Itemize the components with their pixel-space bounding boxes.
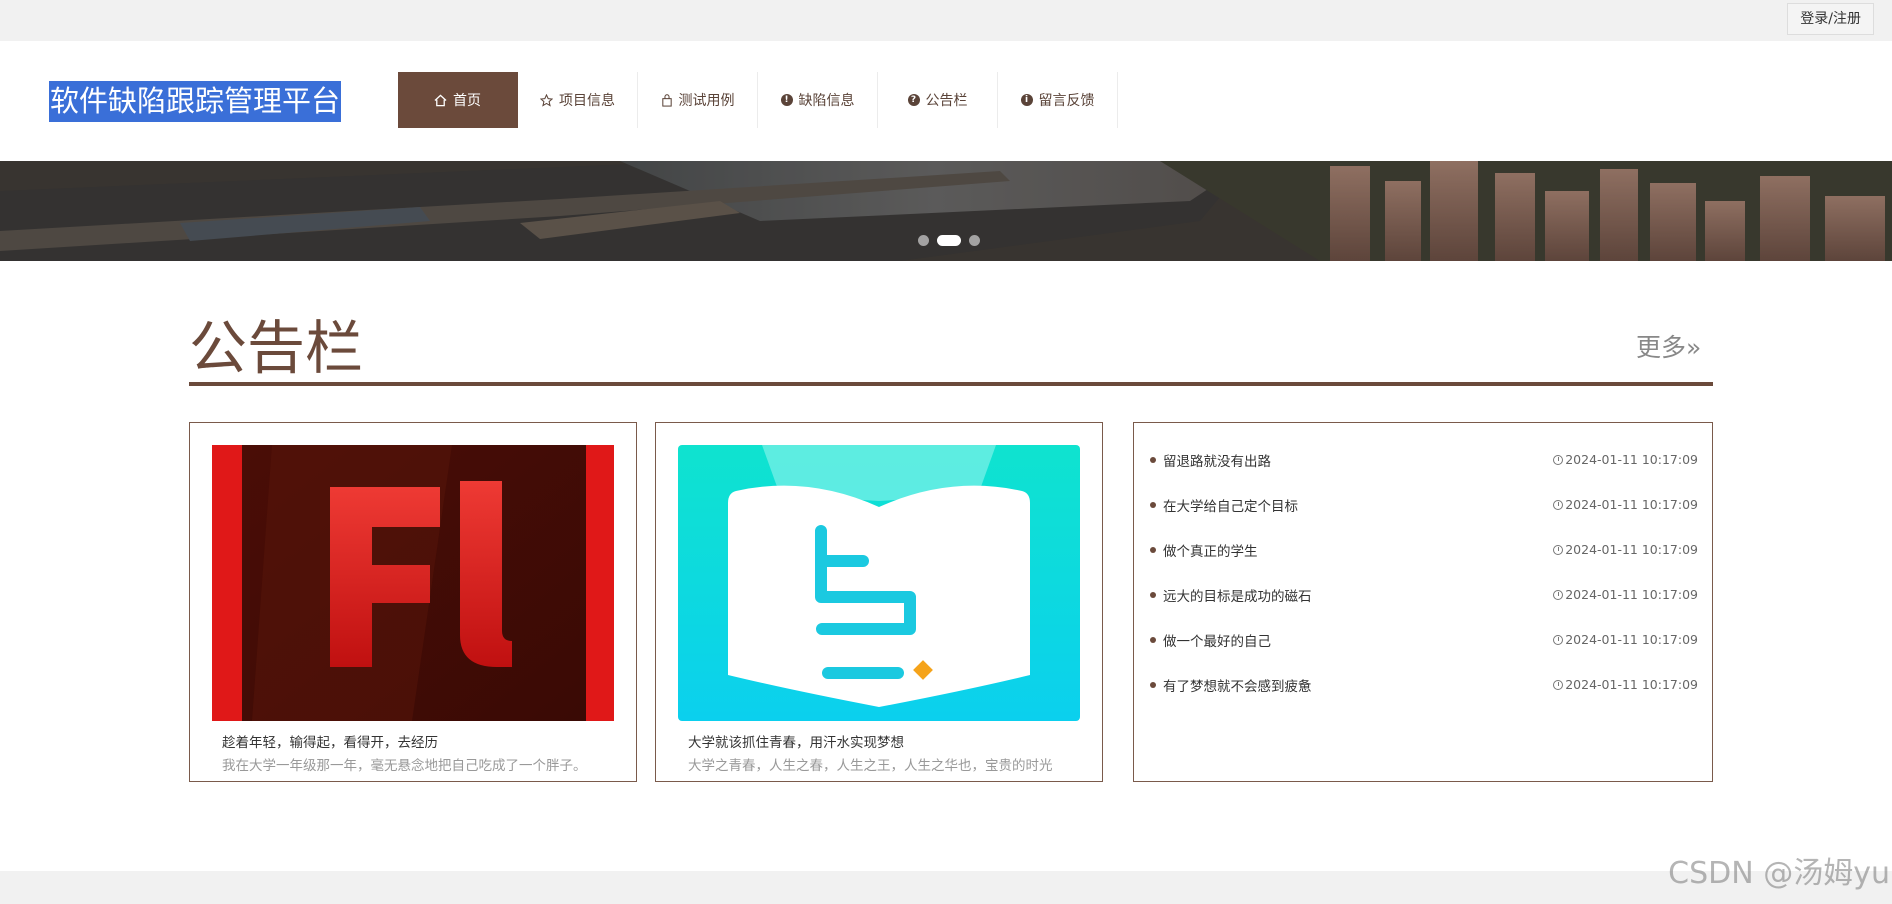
list-item[interactable]: 做个真正的学生 2024-01-11 10:17:09 [1150, 527, 1698, 572]
site-logo[interactable]: 软件缺陷跟踪管理平台 [49, 81, 342, 122]
info-icon: i [1020, 94, 1033, 106]
list-item-time: 2024-01-11 10:17:09 [1565, 677, 1698, 692]
csdn-watermark: CSDN @汤姆yu [1668, 856, 1890, 891]
clock-icon [1553, 679, 1564, 690]
nav-label: 首页 [453, 93, 481, 109]
section-divider [189, 382, 1713, 386]
list-item-title: 留退路就没有出路 [1163, 453, 1271, 470]
nav-label: 项目信息 [559, 93, 615, 109]
book-app-image [678, 445, 1080, 721]
nav-item-home[interactable]: 首页 [398, 72, 518, 128]
bullet-icon [1150, 591, 1156, 598]
bullet-icon [1150, 501, 1156, 508]
bullet-icon [1150, 456, 1156, 463]
bullet-icon [1150, 681, 1156, 688]
exclamation-icon: ! [780, 94, 793, 106]
card-description: 我在大学一年级那一年，毫无悬念地把自己吃成了一个胖子。 [222, 758, 587, 774]
section-title: 公告栏 [189, 314, 364, 382]
list-item-title: 有了梦想就不会感到疲惫 [1163, 678, 1312, 695]
nav-item-notices[interactable]: ? 公告栏 [878, 72, 998, 128]
site-header: 软件缺陷跟踪管理平台 首页 项目信息 测试用例 ! 缺陷信息 ? 公告栏 i 留… [0, 41, 1892, 161]
list-item-title: 远大的目标是成功的磁石 [1163, 588, 1312, 605]
carousel-dot-1[interactable] [918, 235, 929, 246]
list-item-time: 2024-01-11 10:17:09 [1565, 632, 1698, 647]
main-nav: 首页 项目信息 测试用例 ! 缺陷信息 ? 公告栏 i 留言反馈 [398, 72, 1118, 128]
nav-label: 公告栏 [925, 93, 968, 109]
card-title: 大学就该抓住青春，用汗水实现梦想 [688, 735, 904, 751]
notice-card[interactable]: 大学就该抓住青春，用汗水实现梦想 大学之青春，人生之春，人生之王，人生之华也，宝… [655, 422, 1103, 782]
nav-item-feedback[interactable]: i 留言反馈 [998, 72, 1118, 128]
card-title: 趁着年轻，输得起，看得开，去经历 [222, 735, 438, 751]
more-link[interactable]: 更多» [1636, 328, 1701, 364]
banner-carousel[interactable] [0, 161, 1892, 261]
clock-icon [1553, 544, 1564, 555]
bullet-icon [1150, 546, 1156, 553]
list-item[interactable]: 有了梦想就不会感到疲惫 2024-01-11 10:17:09 [1150, 662, 1698, 707]
card-description: 大学之青春，人生之春，人生之王，人生之华也，宝贵的时光 [688, 758, 1053, 774]
nav-label: 缺陷信息 [798, 93, 855, 109]
home-icon [434, 94, 447, 107]
carousel-dot-3[interactable] [969, 235, 980, 246]
login-register-button[interactable]: 登录/注册 [1787, 3, 1874, 35]
carousel-dot-2[interactable] [937, 235, 961, 246]
clock-icon [1553, 454, 1564, 465]
nav-label: 测试用例 [678, 93, 735, 109]
flash-logo-image [212, 445, 614, 721]
nav-item-defects[interactable]: ! 缺陷信息 [758, 72, 878, 128]
list-item[interactable]: 留退路就没有出路 2024-01-11 10:17:09 [1150, 437, 1698, 482]
notice-card[interactable]: 趁着年轻，输得起，看得开，去经历 我在大学一年级那一年，毫无悬念地把自己吃成了一… [189, 422, 637, 782]
bullet-icon [1150, 636, 1156, 643]
footer-strip [0, 871, 1892, 904]
list-item-title: 做一个最好的自己 [1163, 633, 1271, 650]
question-icon: ? [907, 94, 920, 106]
top-utility-bar: 登录/注册 [0, 0, 1892, 41]
nav-item-projects[interactable]: 项目信息 [518, 72, 638, 128]
list-item-title: 在大学给自己定个目标 [1163, 498, 1298, 515]
star-icon [540, 93, 553, 107]
list-item-time: 2024-01-11 10:17:09 [1565, 587, 1698, 602]
list-item[interactable]: 在大学给自己定个目标 2024-01-11 10:17:09 [1150, 482, 1698, 527]
list-item-time: 2024-01-11 10:17:09 [1565, 542, 1698, 557]
clock-icon [1553, 589, 1564, 600]
list-item[interactable]: 远大的目标是成功的磁石 2024-01-11 10:17:09 [1150, 572, 1698, 617]
list-item-time: 2024-01-11 10:17:09 [1565, 497, 1698, 512]
nav-item-testcases[interactable]: 测试用例 [638, 72, 758, 128]
notice-list-card: 留退路就没有出路 2024-01-11 10:17:09 在大学给自己定个目标 … [1133, 422, 1713, 782]
list-item-time: 2024-01-11 10:17:09 [1565, 452, 1698, 467]
list-item[interactable]: 做一个最好的自己 2024-01-11 10:17:09 [1150, 617, 1698, 662]
carousel-indicators [918, 235, 980, 246]
clock-icon [1553, 499, 1564, 510]
banner-image [0, 161, 1892, 261]
bag-icon [661, 93, 673, 107]
list-item-title: 做个真正的学生 [1163, 543, 1258, 560]
clock-icon [1553, 634, 1564, 645]
notice-list: 留退路就没有出路 2024-01-11 10:17:09 在大学给自己定个目标 … [1150, 437, 1698, 707]
nav-label: 留言反馈 [1038, 93, 1095, 109]
